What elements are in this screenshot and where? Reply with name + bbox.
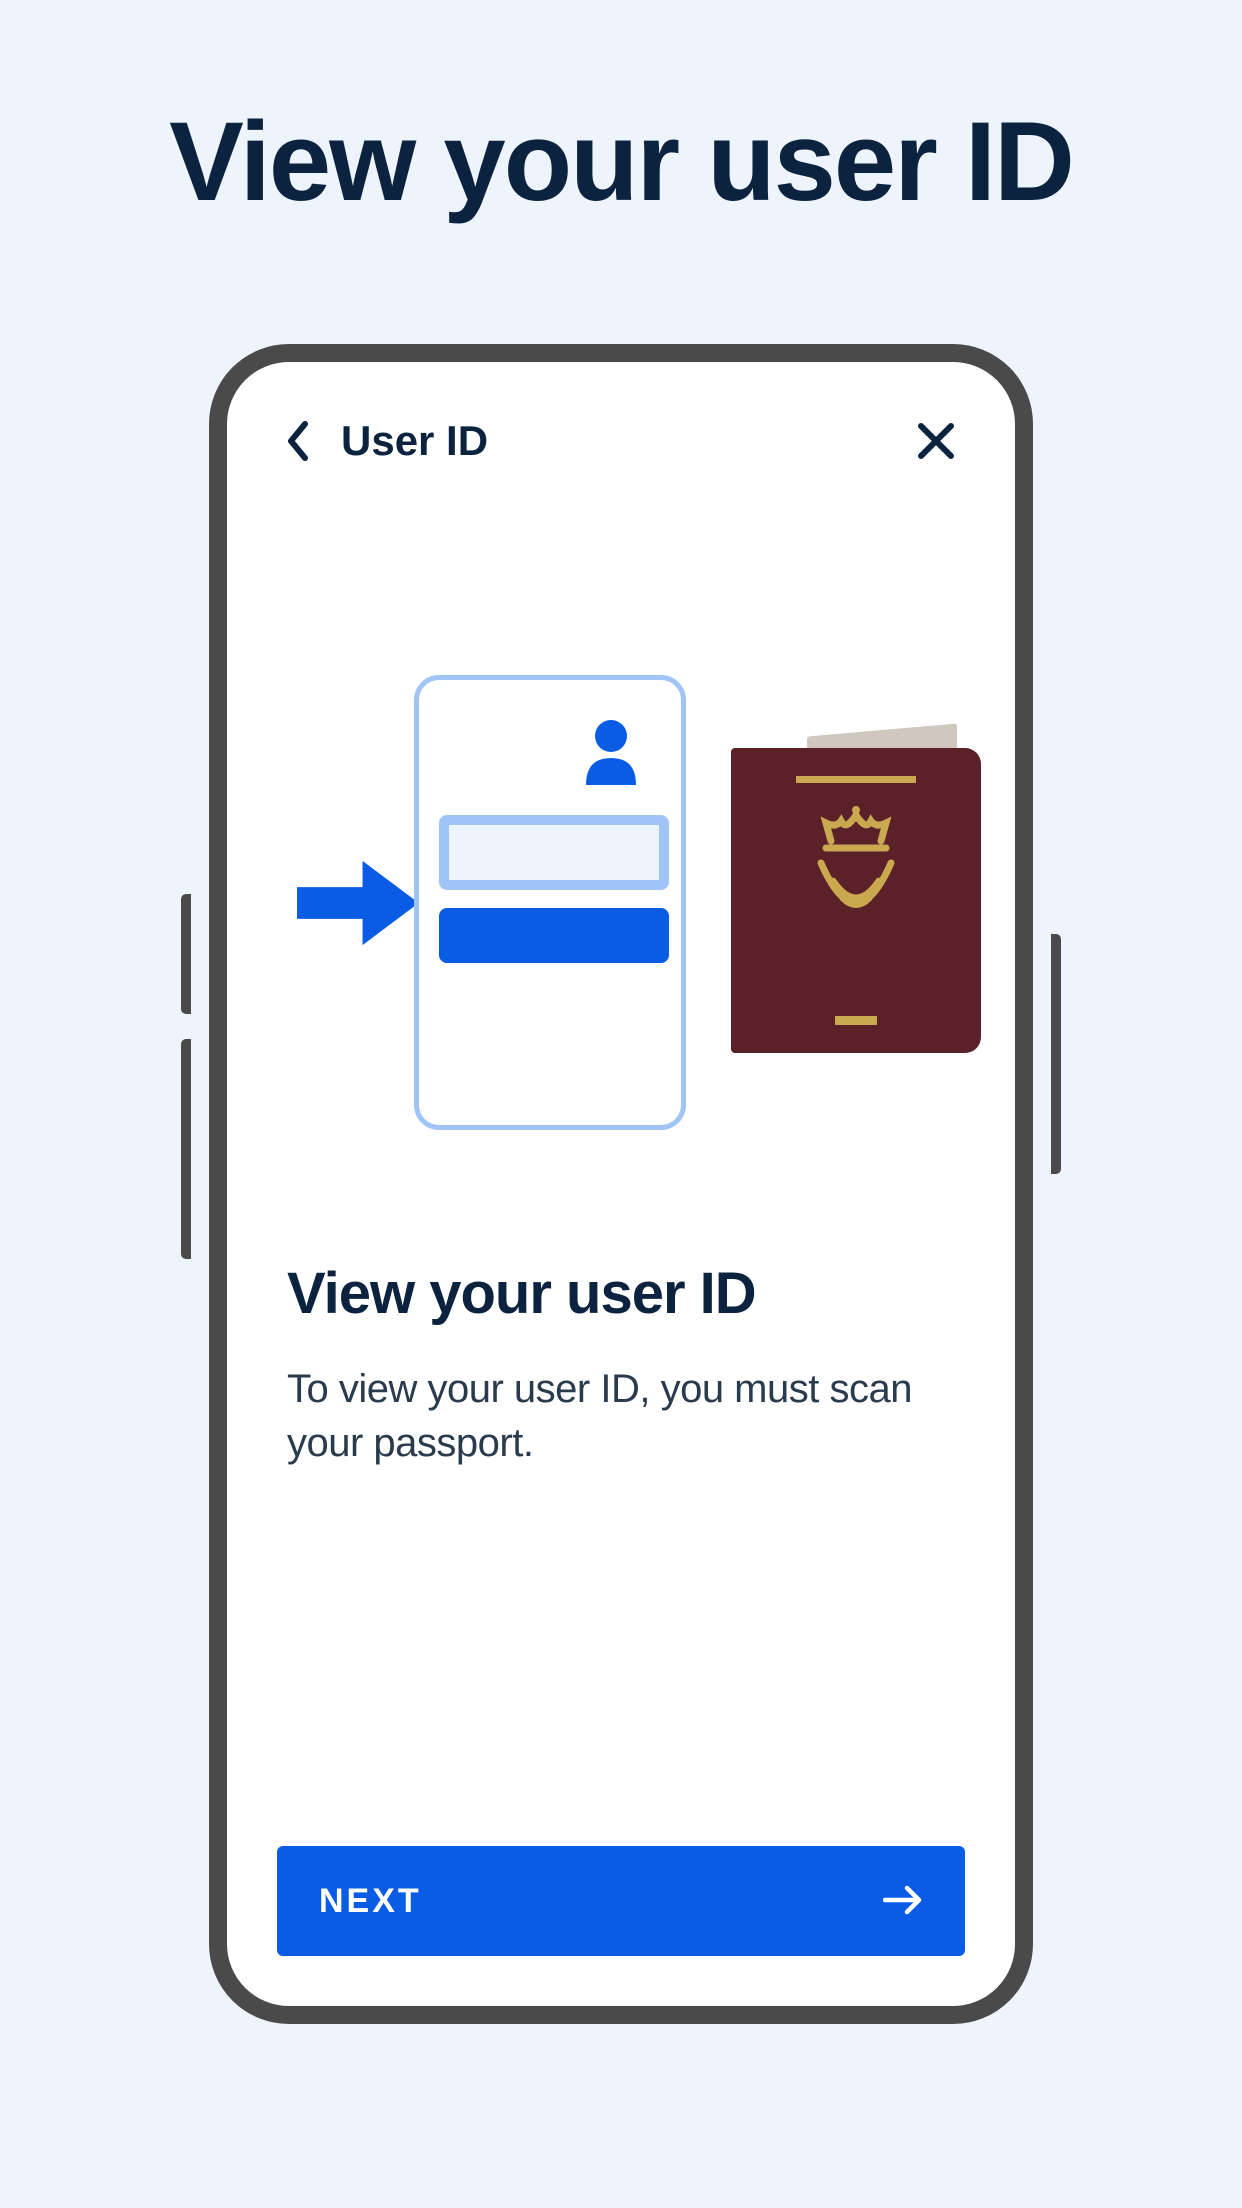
phone-screen: User ID xyxy=(227,362,1015,2006)
passport-cover xyxy=(731,748,981,1053)
person-icon xyxy=(581,720,641,785)
phone-frame: User ID xyxy=(209,344,1033,2024)
content-heading: View your user ID xyxy=(287,1260,955,1327)
phone-wrapper: User ID xyxy=(209,344,1033,2024)
passport-line xyxy=(796,776,916,783)
next-button[interactable]: NEXT xyxy=(277,1846,965,1956)
next-button-label: NEXT xyxy=(319,1882,422,1921)
chevron-left-icon[interactable] xyxy=(285,420,313,462)
phone-side-button xyxy=(181,894,191,1014)
arrow-right-icon xyxy=(297,858,419,948)
page-title: View your user ID xyxy=(0,0,1242,229)
phone-side-button xyxy=(181,1039,191,1259)
crown-emblem-icon xyxy=(801,803,911,953)
nav-left: User ID xyxy=(285,417,488,465)
arrow-right-icon xyxy=(883,1885,923,1918)
illustration xyxy=(277,675,965,1130)
content-section: View your user ID To view your user ID, … xyxy=(277,1260,965,1470)
close-icon[interactable] xyxy=(915,420,957,462)
content-body: To view your user ID, you must scan your… xyxy=(287,1362,955,1470)
phone-side-button xyxy=(1051,934,1061,1174)
id-card-illustration xyxy=(414,675,686,1130)
id-field-outline xyxy=(439,815,669,890)
passport-illustration xyxy=(731,748,965,1058)
passport-line xyxy=(835,1016,877,1025)
nav-bar: User ID xyxy=(277,417,965,465)
id-field-filled xyxy=(439,908,669,963)
nav-title: User ID xyxy=(341,417,488,465)
